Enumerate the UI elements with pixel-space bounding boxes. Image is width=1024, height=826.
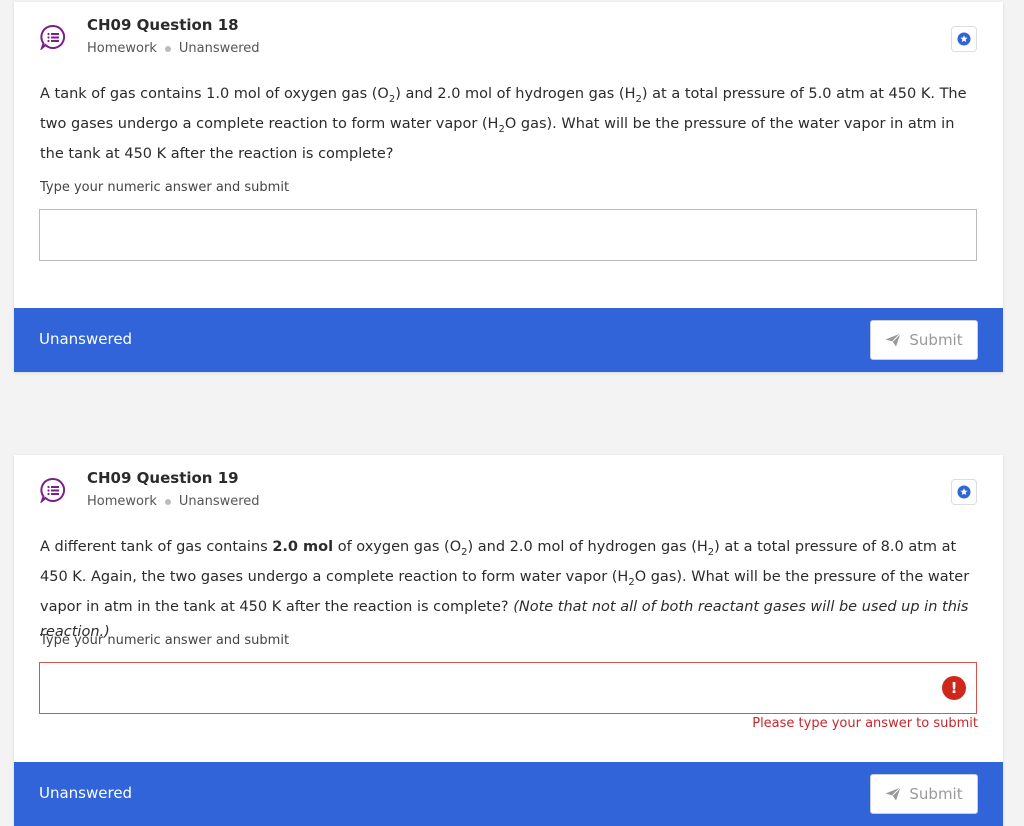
answer-prompt: Type your numeric answer and submit	[40, 180, 290, 195]
star-circle-icon	[957, 485, 971, 499]
separator-dot	[164, 498, 171, 505]
submit-label: Submit	[909, 331, 963, 349]
separator-dot	[164, 45, 171, 52]
question-footer: Unanswered Submit	[14, 762, 1003, 826]
paper-plane-icon	[885, 333, 902, 347]
exclamation-icon: !	[942, 676, 966, 700]
question-category: Homework	[87, 494, 157, 509]
submit-label: Submit	[909, 785, 963, 803]
question-meta: Homework Unanswered	[87, 41, 260, 56]
question-title: CH09 Question 18	[87, 16, 239, 34]
chat-list-icon	[40, 24, 65, 50]
error-message: Please type your answer to submit	[752, 716, 978, 731]
submit-button[interactable]: Submit	[870, 774, 978, 814]
question-meta: Homework Unanswered	[87, 494, 260, 509]
bookmark-button[interactable]	[951, 26, 977, 52]
bookmark-button[interactable]	[951, 479, 977, 505]
question-title: CH09 Question 19	[87, 469, 239, 487]
submit-button[interactable]: Submit	[870, 320, 978, 360]
question-state: Unanswered	[178, 494, 260, 509]
paper-plane-icon	[885, 787, 902, 801]
answer-input[interactable]	[39, 209, 977, 261]
footer-status: Unanswered	[39, 784, 133, 802]
question-text: A tank of gas contains 1.0 mol of oxygen…	[40, 86, 967, 162]
question-card-18: CH09 Question 18 Homework Unanswered A t…	[14, 2, 1003, 372]
chat-list-icon	[40, 477, 65, 503]
question-state: Unanswered	[178, 41, 260, 56]
question-category: Homework	[87, 41, 157, 56]
answer-input[interactable]	[39, 662, 977, 714]
answer-prompt: Type your numeric answer and submit	[40, 633, 290, 648]
star-circle-icon	[957, 32, 971, 46]
footer-status: Unanswered	[39, 330, 133, 348]
question-footer: Unanswered Submit	[14, 308, 1003, 372]
question-card-19: CH09 Question 19 Homework Unanswered A d…	[14, 455, 1003, 826]
question-text: A different tank of gas contains 2.0 mol…	[40, 539, 970, 640]
